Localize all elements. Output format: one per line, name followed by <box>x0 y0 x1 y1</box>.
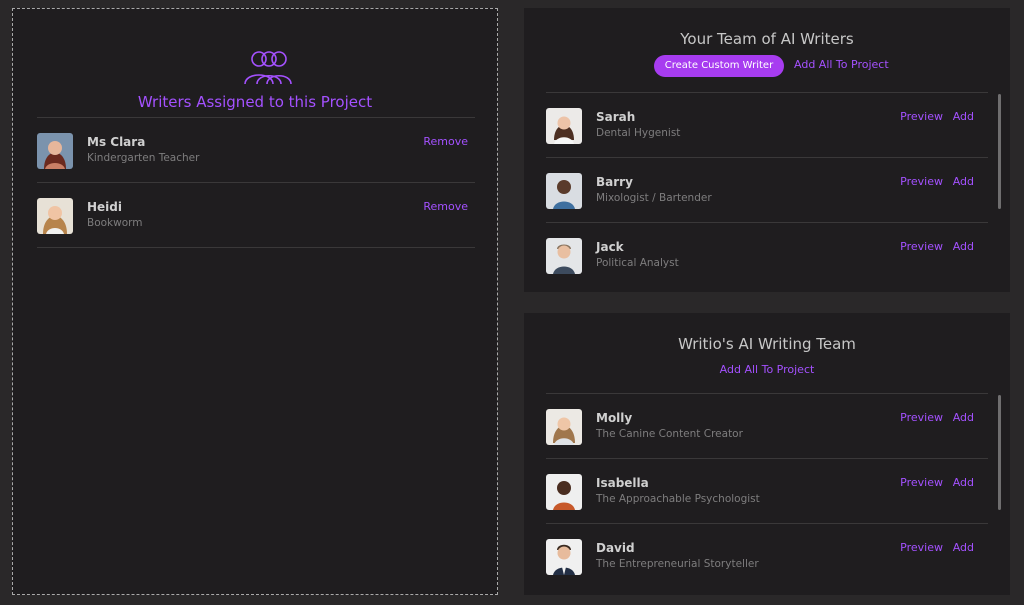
team-title: Your Team of AI Writers <box>680 30 854 48</box>
preview-button[interactable]: Preview <box>900 411 943 424</box>
add-button[interactable]: Add <box>953 110 974 123</box>
writer-role: Dental Hygenist <box>596 127 681 139</box>
add-all-button[interactable]: Add All To Project <box>524 363 1010 376</box>
writio-writer-list[interactable]: Molly The Canine Content Creator Preview… <box>546 393 988 591</box>
molly-avatar <box>546 409 582 445</box>
group-icon <box>241 49 297 85</box>
add-button[interactable]: Add <box>953 240 974 253</box>
assigned-title: Writers Assigned to this Project <box>137 93 373 111</box>
remove-button[interactable]: Remove <box>423 200 468 213</box>
assigned-writer-row: Heidi Bookworm Remove <box>37 183 475 248</box>
writio-list-scrollbar[interactable] <box>998 395 1001 510</box>
writer-name: Isabella <box>596 476 649 490</box>
writer-role: Mixologist / Bartender <box>596 192 712 204</box>
add-all-button[interactable]: Add All To Project <box>794 58 889 71</box>
writer-role: The Approachable Psychologist <box>596 493 760 505</box>
writer-name: Molly <box>596 411 633 425</box>
writer-row: Isabella The Approachable Psychologist P… <box>546 459 988 524</box>
writer-role: Bookworm <box>87 217 143 229</box>
writer-row: Sarah Dental Hygenist Preview Add <box>546 93 988 158</box>
preview-button[interactable]: Preview <box>900 110 943 123</box>
team-writers-panel: Your Team of AI Writers Create Custom Wr… <box>524 8 1010 292</box>
assigned-writer-row: Ms Clara Kindergarten Teacher Remove <box>37 118 475 183</box>
clara-avatar <box>37 133 73 169</box>
writer-role: Kindergarten Teacher <box>87 152 200 164</box>
barry-avatar <box>546 173 582 209</box>
writio-writers-panel: Writio's AI Writing Team Add All To Proj… <box>524 313 1010 595</box>
writer-row: Barry Mixologist / Bartender Preview Add <box>546 158 988 223</box>
assigned-writers-panel: Writers Assigned to this Project Ms Clar… <box>12 8 498 595</box>
writer-row: David The Entrepreneurial Storyteller Pr… <box>546 524 988 589</box>
remove-button[interactable]: Remove <box>423 135 468 148</box>
writer-role: The Canine Content Creator <box>596 428 743 440</box>
writer-role: Political Analyst <box>596 257 679 269</box>
preview-button[interactable]: Preview <box>900 240 943 253</box>
preview-button[interactable]: Preview <box>900 175 943 188</box>
add-button[interactable]: Add <box>953 175 974 188</box>
team-writer-list[interactable]: Sarah Dental Hygenist Preview Add Barry … <box>546 92 988 290</box>
writer-name: Heidi <box>87 200 122 214</box>
writer-name: Barry <box>596 175 633 189</box>
writer-row: Molly The Canine Content Creator Preview… <box>546 394 988 459</box>
team-list-scrollbar[interactable] <box>998 94 1001 209</box>
writer-name: David <box>596 541 635 555</box>
writio-title: Writio's AI Writing Team <box>678 335 856 353</box>
writer-name: Ms Clara <box>87 135 146 149</box>
create-custom-writer-button[interactable]: Create Custom Writer <box>654 55 784 77</box>
writer-name: Jack <box>596 240 624 254</box>
add-button[interactable]: Add <box>953 541 974 554</box>
assigned-writer-list: Ms Clara Kindergarten Teacher Remove Hei… <box>37 117 475 248</box>
jack-avatar <box>546 238 582 274</box>
preview-button[interactable]: Preview <box>900 541 943 554</box>
preview-button[interactable]: Preview <box>900 476 943 489</box>
david-avatar <box>546 539 582 575</box>
add-button[interactable]: Add <box>953 476 974 489</box>
add-button[interactable]: Add <box>953 411 974 424</box>
writer-row: Jack Political Analyst Preview Add <box>546 223 988 288</box>
writer-name: Sarah <box>596 110 636 124</box>
heidi-avatar <box>37 198 73 234</box>
sarah-avatar <box>546 108 582 144</box>
writer-role: The Entrepreneurial Storyteller <box>596 558 759 570</box>
isabella-avatar <box>546 474 582 510</box>
